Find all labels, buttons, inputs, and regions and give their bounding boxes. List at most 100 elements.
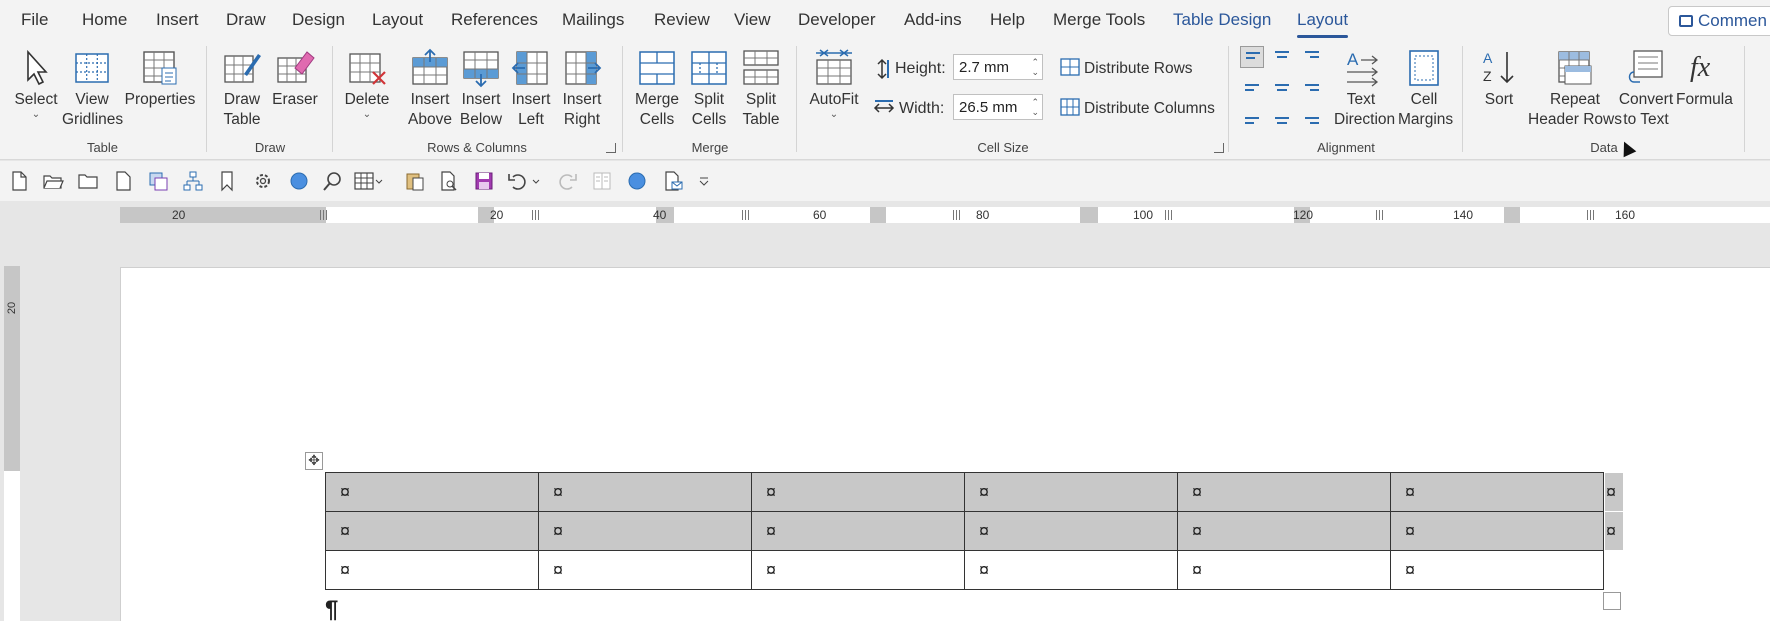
align-bottom-right-button[interactable] bbox=[1300, 106, 1324, 128]
table-row[interactable]: ¤ ¤ ¤ ¤ ¤ ¤ bbox=[325, 511, 1604, 551]
insert-table-icon[interactable] bbox=[353, 170, 383, 192]
column-width-input[interactable]: 26.5 mm ⌃ ⌄ bbox=[953, 94, 1043, 120]
insert-left-button[interactable]: Insert Left bbox=[508, 48, 554, 130]
tab-layout-table[interactable]: Layout bbox=[1297, 10, 1349, 38]
column-marker[interactable] bbox=[1165, 210, 1174, 220]
split-table-button[interactable]: Split Table bbox=[738, 48, 784, 130]
tab-developer[interactable]: Developer bbox=[798, 10, 876, 30]
insert-right-button[interactable]: Insert Right bbox=[558, 48, 606, 130]
table-cell[interactable]: ¤ bbox=[1390, 550, 1604, 590]
distribute-columns-button[interactable]: Distribute Columns bbox=[1060, 98, 1215, 118]
draw-table-button[interactable]: Draw Table bbox=[218, 48, 266, 130]
record-circle-icon[interactable] bbox=[288, 170, 310, 192]
table-cell[interactable]: ¤ bbox=[1390, 472, 1604, 512]
align-center-left-button[interactable] bbox=[1240, 76, 1264, 98]
table-cell[interactable]: ¤ bbox=[325, 511, 539, 551]
table-cell[interactable]: ¤ bbox=[751, 511, 965, 551]
tab-file[interactable]: File bbox=[21, 10, 48, 30]
column-marker[interactable] bbox=[320, 210, 329, 220]
formula-button[interactable]: fx Formula bbox=[1676, 48, 1733, 110]
table-resize-handle[interactable] bbox=[1603, 592, 1621, 610]
spinner-arrows-icon[interactable]: ⌃ ⌄ bbox=[1031, 57, 1039, 77]
align-top-left-button[interactable] bbox=[1240, 46, 1264, 68]
spinner-arrows-icon[interactable]: ⌃ ⌄ bbox=[1031, 97, 1039, 117]
paste-icon[interactable] bbox=[404, 170, 426, 192]
cell-margins-button[interactable]: Cell Margins bbox=[1398, 48, 1453, 130]
split-cells-button[interactable]: Split Cells bbox=[686, 48, 732, 130]
tab-review[interactable]: Review bbox=[654, 10, 710, 30]
redo-icon[interactable] bbox=[556, 170, 578, 192]
table-row[interactable]: ¤ ¤ ¤ ¤ ¤ ¤ bbox=[325, 550, 1604, 590]
table-cell[interactable]: ¤ bbox=[964, 550, 1178, 590]
tab-home[interactable]: Home bbox=[82, 10, 127, 30]
open-folder-icon[interactable] bbox=[42, 170, 64, 192]
document-find-icon[interactable] bbox=[438, 170, 460, 192]
align-top-right-button[interactable] bbox=[1300, 46, 1324, 68]
undo-icon[interactable] bbox=[507, 170, 541, 192]
align-bottom-left-button[interactable] bbox=[1240, 106, 1264, 128]
tab-addins[interactable]: Add-ins bbox=[904, 10, 962, 30]
customize-toolbar-chevron-icon[interactable] bbox=[697, 170, 711, 192]
table-cell[interactable]: ¤ bbox=[538, 511, 752, 551]
column-marker[interactable] bbox=[1587, 210, 1596, 220]
folder-icon[interactable] bbox=[77, 170, 99, 192]
tab-insert[interactable]: Insert bbox=[156, 10, 199, 30]
email-document-icon[interactable] bbox=[662, 170, 684, 192]
org-chart-icon[interactable] bbox=[182, 170, 204, 192]
rows-columns-dialog-launcher[interactable] bbox=[606, 143, 616, 153]
document-table[interactable]: ¤ ¤ ¤ ¤ ¤ ¤ ¤ ¤ ¤ ¤ ¤ ¤ ¤ ¤ ¤ ¤ ¤ ¤ bbox=[325, 472, 1604, 590]
tab-help[interactable]: Help bbox=[990, 10, 1025, 30]
comments-button[interactable]: Commen bbox=[1668, 6, 1770, 36]
align-top-center-button[interactable] bbox=[1270, 46, 1294, 68]
table-cell[interactable]: ¤ bbox=[1177, 472, 1391, 512]
table-cell[interactable]: ¤ bbox=[325, 550, 539, 590]
convert-to-text-button[interactable]: Convert to Text bbox=[1616, 48, 1676, 130]
tab-table-design[interactable]: Table Design bbox=[1173, 10, 1271, 30]
text-direction-button[interactable]: A Text Direction bbox=[1334, 48, 1395, 130]
autofit-button[interactable]: AutoFit ⌄ bbox=[806, 46, 862, 120]
tab-design[interactable]: Design bbox=[292, 10, 345, 30]
eraser-button[interactable]: Eraser bbox=[270, 48, 320, 110]
tab-draw[interactable]: Draw bbox=[226, 10, 266, 30]
sort-button[interactable]: AZ Sort bbox=[1474, 48, 1524, 110]
tab-merge-tools[interactable]: Merge Tools bbox=[1053, 10, 1145, 30]
column-marker[interactable] bbox=[532, 210, 541, 220]
delete-button[interactable]: Delete ⌄ bbox=[342, 48, 392, 120]
bookmark-icon[interactable] bbox=[216, 170, 238, 192]
row-height-input[interactable]: 2.7 mm ⌃ ⌄ bbox=[953, 54, 1043, 80]
merge-document-icon[interactable] bbox=[147, 170, 169, 192]
view-gridlines-button[interactable]: View Gridlines bbox=[62, 48, 123, 130]
table-cell[interactable]: ¤ bbox=[1177, 511, 1391, 551]
insert-below-button[interactable]: Insert Below bbox=[457, 48, 505, 130]
tab-references[interactable]: References bbox=[451, 10, 538, 30]
table-move-handle-icon[interactable]: ✥ bbox=[305, 452, 323, 470]
distribute-rows-button[interactable]: Distribute Rows bbox=[1060, 58, 1193, 78]
insert-above-button[interactable]: Insert Above bbox=[406, 48, 454, 130]
column-marker[interactable] bbox=[1376, 210, 1385, 220]
table-cell[interactable]: ¤ bbox=[964, 472, 1178, 512]
table-cell[interactable]: ¤ bbox=[325, 472, 539, 512]
align-bottom-center-button[interactable] bbox=[1270, 106, 1294, 128]
table-cell[interactable]: ¤ bbox=[964, 511, 1178, 551]
tab-view[interactable]: View bbox=[734, 10, 771, 30]
tab-layout-page[interactable]: Layout bbox=[372, 10, 423, 30]
align-center-button[interactable] bbox=[1270, 76, 1294, 98]
new-document-icon[interactable] bbox=[8, 170, 30, 192]
select-button[interactable]: Select ⌄ bbox=[10, 48, 62, 120]
cell-size-dialog-launcher[interactable] bbox=[1214, 143, 1224, 153]
blank-page-icon[interactable] bbox=[112, 170, 134, 192]
table-cell[interactable]: ¤ bbox=[538, 550, 752, 590]
merge-cells-button[interactable]: Merge Cells bbox=[632, 48, 682, 130]
table-row[interactable]: ¤ ¤ ¤ ¤ ¤ ¤ bbox=[325, 472, 1604, 512]
table-cell[interactable]: ¤ bbox=[1390, 511, 1604, 551]
columns-icon[interactable] bbox=[591, 170, 613, 192]
align-center-right-button[interactable] bbox=[1300, 76, 1324, 98]
search-icon[interactable] bbox=[322, 170, 344, 192]
table-cell[interactable]: ¤ bbox=[1177, 550, 1391, 590]
tab-mailings[interactable]: Mailings bbox=[562, 10, 624, 30]
save-icon[interactable] bbox=[473, 170, 495, 192]
repeat-header-rows-button[interactable]: Repeat Header Rows bbox=[1528, 48, 1622, 130]
properties-button[interactable]: Properties bbox=[124, 48, 196, 110]
column-marker[interactable] bbox=[953, 210, 962, 220]
gear-icon[interactable] bbox=[252, 170, 274, 192]
